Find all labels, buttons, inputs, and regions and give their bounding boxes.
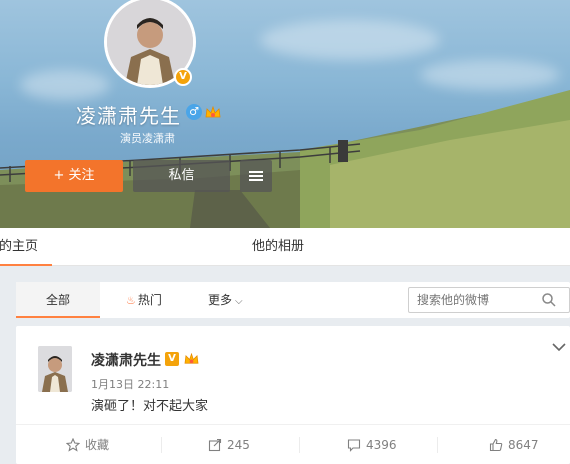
comment-count: 4396 xyxy=(366,438,397,452)
chevron-down-icon: ⌵ xyxy=(235,296,243,307)
profile-subtitle: 演员凌潇肃 xyxy=(120,132,175,145)
post-content: 演砸了！对不起大家 xyxy=(91,399,209,414)
profile-tabbar: 他的主页 他的相册 xyxy=(0,228,570,266)
male-icon: ♂ xyxy=(186,104,202,120)
filter-hot-label: 热门 xyxy=(137,293,162,307)
weibo-post: 凌潇肃先生 V 1月13日 22:11 演砸了！对不起大家 收藏 245 439… xyxy=(16,326,570,464)
more-menu-button[interactable] xyxy=(240,160,272,192)
filter-more[interactable]: 更多 ⌵ xyxy=(208,282,243,318)
feed-filter-bar: 全部 ♨ 热门 更多 ⌵ xyxy=(16,282,570,318)
filter-more-label: 更多 xyxy=(208,293,233,307)
post-author-name[interactable]: 凌潇肃先生 xyxy=(91,350,161,370)
hamburger-icon xyxy=(249,171,263,181)
post-actions: 收藏 245 4396 8647 xyxy=(16,424,570,464)
repost-icon xyxy=(208,438,222,452)
favorite-label: 收藏 xyxy=(85,438,110,452)
favorite-button[interactable]: 收藏 xyxy=(65,425,110,464)
message-button[interactable]: 私信 xyxy=(133,160,230,192)
divider xyxy=(437,437,438,453)
follow-label: 关注 xyxy=(68,168,95,183)
search-icon[interactable] xyxy=(541,292,557,308)
divider xyxy=(161,437,162,453)
repost-button[interactable]: 245 xyxy=(208,425,250,464)
profile-name: 凌潇肃先生 xyxy=(76,104,181,128)
post-author-avatar[interactable] xyxy=(38,346,72,392)
search-input[interactable] xyxy=(409,288,529,312)
message-label: 私信 xyxy=(168,168,195,183)
repost-count: 245 xyxy=(227,438,250,452)
thumbs-up-icon xyxy=(489,438,503,452)
star-icon xyxy=(65,437,81,452)
divider xyxy=(299,437,300,453)
chevron-down-icon[interactable] xyxy=(552,342,566,352)
search-box xyxy=(408,287,570,313)
like-count: 8647 xyxy=(508,438,539,452)
post-vip-crown-icon xyxy=(184,353,199,364)
plus-icon: + xyxy=(53,168,65,183)
post-avatar-portrait xyxy=(38,346,72,392)
post-verified-badge: V xyxy=(165,352,179,366)
verified-badge: V xyxy=(174,68,192,86)
fire-icon: ♨ xyxy=(126,294,136,307)
profile-cover: V 凌潇肃先生 ♂ 演员凌潇肃 + 关注 私信 xyxy=(0,0,570,228)
comment-icon xyxy=(347,439,361,452)
tab-home[interactable]: 他的主页 xyxy=(0,228,52,266)
post-timestamp[interactable]: 1月13日 22:11 xyxy=(91,376,169,392)
follow-button[interactable]: + 关注 xyxy=(25,160,123,192)
vip-crown-icon xyxy=(205,106,221,118)
tab-album[interactable]: 他的相册 xyxy=(252,228,304,266)
like-button[interactable]: 8647 xyxy=(489,425,539,464)
filter-hot[interactable]: ♨ 热门 xyxy=(126,282,162,318)
filter-all[interactable]: 全部 xyxy=(16,282,100,318)
comment-button[interactable]: 4396 xyxy=(347,425,397,464)
